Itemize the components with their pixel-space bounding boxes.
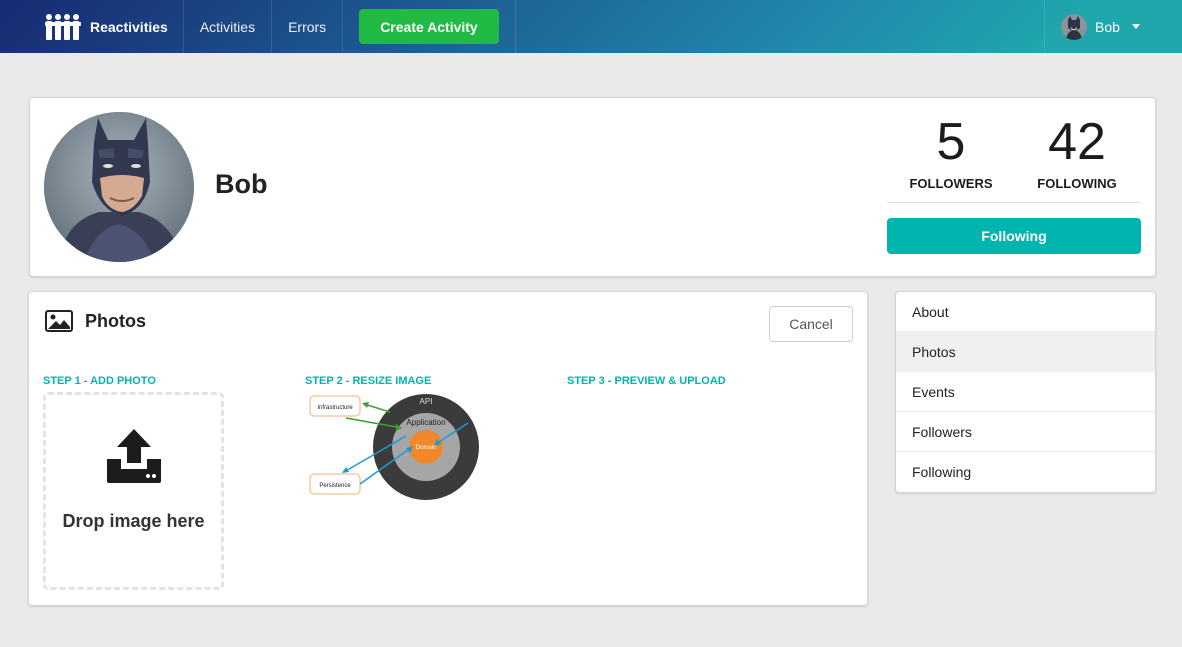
chevron-down-icon	[1131, 24, 1140, 29]
step3-title: STEP 3 - PREVIEW & UPLOAD	[567, 375, 726, 387]
tab-followers[interactable]: Followers	[896, 412, 1155, 452]
logo-icon	[45, 13, 81, 40]
followers-label: FOLLOWERS	[909, 176, 993, 191]
profile-name: Bob	[215, 169, 268, 199]
followers-count: 5	[936, 113, 966, 171]
diagram-domain-label: Domain	[416, 445, 437, 451]
image-icon	[45, 310, 73, 332]
profile-tab-menu: About Photos Events Followers Following	[895, 291, 1156, 493]
tab-about[interactable]: About	[896, 292, 1155, 332]
photos-header: Photos	[45, 310, 146, 332]
stats-divider	[887, 202, 1140, 203]
following-count: 42	[1048, 113, 1106, 171]
user-avatar	[1061, 13, 1087, 40]
following-label: FOLLOWING	[1037, 176, 1117, 191]
brand-link[interactable]: Reactivities	[0, 0, 184, 53]
profile-header: Bob 5 FOLLOWERS 42 FOLLOWING Following	[29, 97, 1156, 277]
diagram-persistence-label: Persistence	[319, 483, 351, 489]
tab-events[interactable]: Events	[896, 372, 1155, 412]
drop-text: Drop image here	[62, 511, 205, 531]
architecture-diagram: API Application Domain Infrastructure Pe…	[309, 394, 479, 500]
step2-title: STEP 2 - RESIZE IMAGE	[305, 375, 432, 387]
brand-name: Reactivities	[90, 18, 168, 35]
followers-stat: 5 FOLLOWERS	[901, 116, 1001, 191]
batman-portrait-icon	[44, 112, 194, 262]
resize-image-preview[interactable]: API Application Domain Infrastructure Pe…	[308, 392, 484, 504]
cancel-button[interactable]: Cancel	[769, 306, 853, 342]
photos-title: Photos	[85, 310, 146, 331]
diagram-api-label: API	[420, 397, 433, 406]
nav-errors[interactable]: Errors	[272, 0, 344, 53]
follow-toggle-button[interactable]: Following	[887, 218, 1141, 254]
tab-photos[interactable]: Photos	[896, 332, 1155, 372]
profile-avatar	[44, 112, 194, 262]
photos-panel: Photos Cancel STEP 1 - ADD PHOTO STEP 2 …	[28, 291, 868, 606]
upload-icon	[106, 429, 161, 483]
batman-avatar-icon	[1061, 13, 1087, 40]
step1-title: STEP 1 - ADD PHOTO	[43, 375, 156, 387]
user-menu[interactable]: Bob	[1044, 0, 1182, 53]
top-navbar: Reactivities Activities Errors Create Ac…	[0, 0, 1182, 53]
tab-following[interactable]: Following	[896, 452, 1155, 492]
nav-activities[interactable]: Activities	[184, 0, 273, 53]
create-activity-button[interactable]: Create Activity	[359, 9, 499, 44]
following-stat: 42 FOLLOWING	[1027, 116, 1127, 191]
photo-dropzone[interactable]: Drop image here	[43, 392, 224, 590]
diagram-infrastructure-label: Infrastructure	[317, 405, 353, 411]
user-name: Bob	[1095, 18, 1120, 35]
diagram-application-label: Application	[406, 418, 445, 427]
create-activity-wrap: Create Activity	[343, 0, 516, 53]
